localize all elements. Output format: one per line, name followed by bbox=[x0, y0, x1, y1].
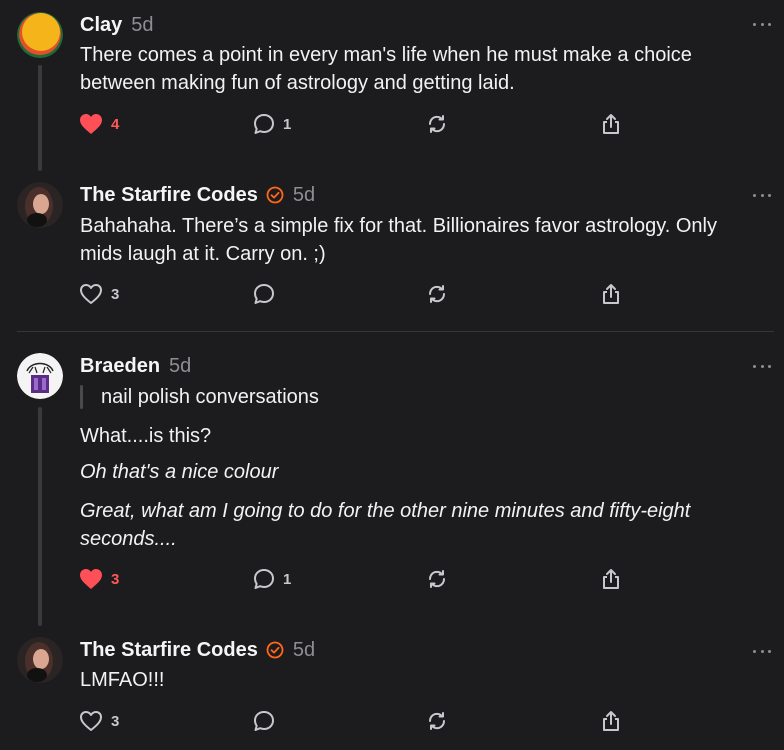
repost-button[interactable] bbox=[426, 564, 448, 594]
reply-button[interactable] bbox=[253, 279, 283, 309]
share-icon bbox=[603, 569, 619, 589]
more-icon[interactable] bbox=[753, 21, 771, 27]
avatar[interactable] bbox=[17, 12, 63, 58]
timestamp[interactable]: 5d bbox=[169, 355, 191, 378]
like-count: 4 bbox=[111, 115, 120, 133]
share-icon bbox=[603, 284, 619, 304]
post-text: What....is this? bbox=[80, 425, 212, 447]
post-text-italic: Great, what am I going to do for the oth… bbox=[80, 500, 691, 550]
quote-bar bbox=[80, 385, 83, 409]
quote-text: nail polish conversations bbox=[101, 385, 319, 408]
like-count: 3 bbox=[111, 570, 120, 588]
post-actions: 3 bbox=[0, 706, 784, 736]
repost-icon bbox=[428, 570, 446, 588]
post-header: The Starfire Codes 5d bbox=[80, 637, 315, 663]
thread-divider bbox=[17, 331, 774, 332]
reply-count: 1 bbox=[283, 570, 292, 588]
comment-icon bbox=[254, 114, 274, 134]
avatar[interactable] bbox=[17, 637, 63, 683]
comment-icon bbox=[254, 569, 274, 589]
reply-button[interactable]: 1 bbox=[253, 564, 291, 594]
like-button[interactable]: 4 bbox=[79, 109, 119, 139]
post-text: Bahahaha. There’s a simple fix for that.… bbox=[80, 215, 717, 265]
like-count: 3 bbox=[111, 285, 120, 303]
post-header: Braeden 5d bbox=[80, 353, 191, 379]
post-actions: 4 1 bbox=[0, 109, 784, 139]
more-icon[interactable] bbox=[753, 363, 771, 369]
heart-icon bbox=[80, 114, 102, 134]
share-button[interactable] bbox=[600, 279, 622, 309]
more-icon[interactable] bbox=[753, 192, 771, 198]
timestamp[interactable]: 5d bbox=[293, 639, 315, 662]
more-icon[interactable] bbox=[753, 648, 771, 654]
share-icon bbox=[603, 114, 619, 134]
post-header: Clay 5d bbox=[80, 12, 154, 38]
timestamp[interactable]: 5d bbox=[293, 184, 315, 207]
like-button[interactable]: 3 bbox=[79, 564, 119, 594]
post-text: There comes a point in every man's life … bbox=[80, 44, 692, 94]
like-count: 3 bbox=[111, 712, 120, 730]
timestamp[interactable]: 5d bbox=[131, 14, 153, 37]
repost-icon bbox=[428, 115, 446, 133]
heart-icon bbox=[80, 569, 102, 589]
share-button[interactable] bbox=[600, 109, 622, 139]
verified-icon bbox=[266, 641, 284, 659]
author-name[interactable]: Braeden bbox=[80, 355, 160, 378]
blockquote: nail polish conversations bbox=[80, 384, 319, 410]
repost-button[interactable] bbox=[426, 279, 448, 309]
avatar[interactable] bbox=[17, 353, 63, 399]
author-name[interactable]: Clay bbox=[80, 14, 122, 37]
post-actions: 3 bbox=[0, 279, 784, 309]
avatar[interactable] bbox=[17, 182, 63, 228]
repost-button[interactable] bbox=[426, 109, 448, 139]
repost-icon bbox=[428, 712, 446, 730]
like-button[interactable]: 3 bbox=[79, 279, 119, 309]
share-button[interactable] bbox=[600, 564, 622, 594]
author-name[interactable]: The Starfire Codes bbox=[80, 639, 258, 662]
post-header: The Starfire Codes 5d bbox=[80, 182, 315, 208]
post-actions: 3 1 bbox=[0, 564, 784, 594]
verified-icon bbox=[266, 186, 284, 204]
comment-icon bbox=[254, 711, 274, 731]
reply-button[interactable]: 1 bbox=[253, 109, 291, 139]
like-button[interactable]: 3 bbox=[79, 706, 119, 736]
comment-icon bbox=[254, 284, 274, 304]
repost-icon bbox=[428, 285, 446, 303]
share-icon bbox=[603, 711, 619, 731]
share-button[interactable] bbox=[600, 706, 622, 736]
heart-icon bbox=[80, 711, 102, 731]
post-text: LMFAO!!! bbox=[80, 669, 165, 691]
repost-button[interactable] bbox=[426, 706, 448, 736]
reply-count: 1 bbox=[283, 115, 292, 133]
author-name[interactable]: The Starfire Codes bbox=[80, 184, 258, 207]
post-text-italic: Oh that's a nice colour bbox=[80, 461, 279, 483]
heart-icon bbox=[80, 284, 102, 304]
reply-button[interactable] bbox=[253, 706, 283, 736]
